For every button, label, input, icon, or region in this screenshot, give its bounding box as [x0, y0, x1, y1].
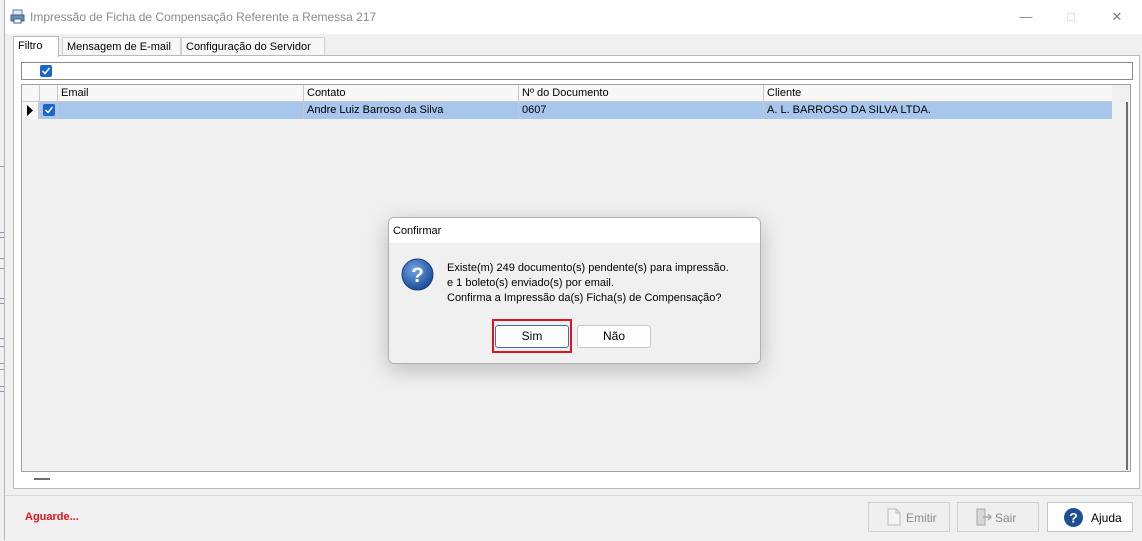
close-icon[interactable]: ✕	[1109, 8, 1125, 26]
dialog-title-bar[interactable]: Confirmar	[389, 218, 760, 243]
tab-label: Filtro	[18, 40, 43, 52]
tab-label: Configuração do Servidor	[186, 41, 311, 53]
confirm-dialog: Confirmar ? Existe(m) 249 documento(s) p…	[388, 217, 761, 364]
select-all-checkbox[interactable]	[40, 65, 52, 77]
row-checkbox-cell[interactable]	[39, 102, 57, 119]
cell-email[interactable]	[57, 102, 303, 119]
window-title: Impressão de Ficha de Compensação Refere…	[30, 10, 377, 24]
cell-cliente[interactable]: A. L. BARROSO DA SILVA LTDA.	[763, 102, 1112, 119]
check-icon	[41, 67, 51, 75]
tab-configuracao-servidor[interactable]: Configuração do Servidor	[181, 37, 325, 56]
header-check	[39, 85, 57, 101]
cell-documento[interactable]: 0607	[518, 102, 763, 119]
printer-doc-icon	[10, 9, 25, 24]
document-icon	[887, 508, 901, 526]
filter-bar	[21, 62, 1133, 80]
vertical-scrollbar[interactable]	[1126, 102, 1128, 470]
maximize-icon[interactable]: □	[1063, 8, 1079, 26]
tab-mensagem-email[interactable]: Mensagem de E-mail	[62, 37, 181, 56]
header-indicator	[22, 85, 39, 101]
cell-contato[interactable]: Andre Luiz Barroso da Silva	[303, 102, 518, 119]
status-text: Aguarde...	[25, 511, 79, 523]
sair-button[interactable]: Sair	[957, 502, 1039, 532]
row-checkbox[interactable]	[43, 104, 55, 116]
column-header-documento[interactable]: Nº do Documento	[518, 85, 763, 101]
ajuda-label: Ajuda	[1091, 511, 1122, 525]
tab-label: Mensagem de E-mail	[67, 41, 171, 53]
no-button[interactable]: Não	[577, 325, 651, 348]
help-icon: ?	[1064, 508, 1083, 527]
dialog-title: Confirmar	[393, 225, 442, 237]
message-line: Existe(m) 249 documento(s) pendente(s) p…	[447, 262, 729, 274]
column-header-cliente[interactable]: Cliente	[763, 85, 1112, 101]
emitir-button[interactable]: Emitir	[868, 502, 950, 532]
svg-text:?: ?	[1069, 510, 1078, 526]
yes-button[interactable]: Sim	[495, 325, 569, 348]
emitir-label: Emitir	[906, 511, 937, 525]
column-header-contato[interactable]: Contato	[303, 85, 518, 101]
status-bar: Aguarde... Emitir Sair ? Ajuda	[5, 495, 1142, 541]
ajuda-button[interactable]: ? Ajuda	[1047, 502, 1133, 532]
grid-header: Email Contato Nº do Documento Cliente	[22, 85, 1112, 102]
table-row[interactable]: Andre Luiz Barroso da Silva 0607 A. L. B…	[22, 102, 1112, 119]
horizontal-scroll-thumb[interactable]	[34, 478, 50, 480]
exit-door-icon	[976, 508, 992, 526]
check-icon	[44, 106, 54, 114]
message-line: Confirma a Impressão da(s) Ficha(s) de C…	[447, 292, 722, 304]
tab-filtro[interactable]: Filtro	[13, 36, 59, 57]
svg-text:?: ?	[411, 264, 424, 287]
title-bar[interactable]: Impressão de Ficha de Compensação Refere…	[5, 0, 1142, 34]
column-header-email[interactable]: Email	[57, 85, 303, 101]
sair-label: Sair	[995, 511, 1017, 525]
dialog-message: Existe(m) 249 documento(s) pendente(s) p…	[447, 261, 729, 306]
row-indicator	[22, 102, 39, 119]
row-pointer-icon	[27, 105, 33, 116]
message-line: e 1 boleto(s) enviado(s) por email.	[447, 277, 614, 289]
dialog-body: ? Existe(m) 249 documento(s) pendente(s)…	[389, 243, 760, 363]
question-icon: ?	[401, 258, 434, 291]
minimize-icon[interactable]: —	[1018, 8, 1034, 26]
